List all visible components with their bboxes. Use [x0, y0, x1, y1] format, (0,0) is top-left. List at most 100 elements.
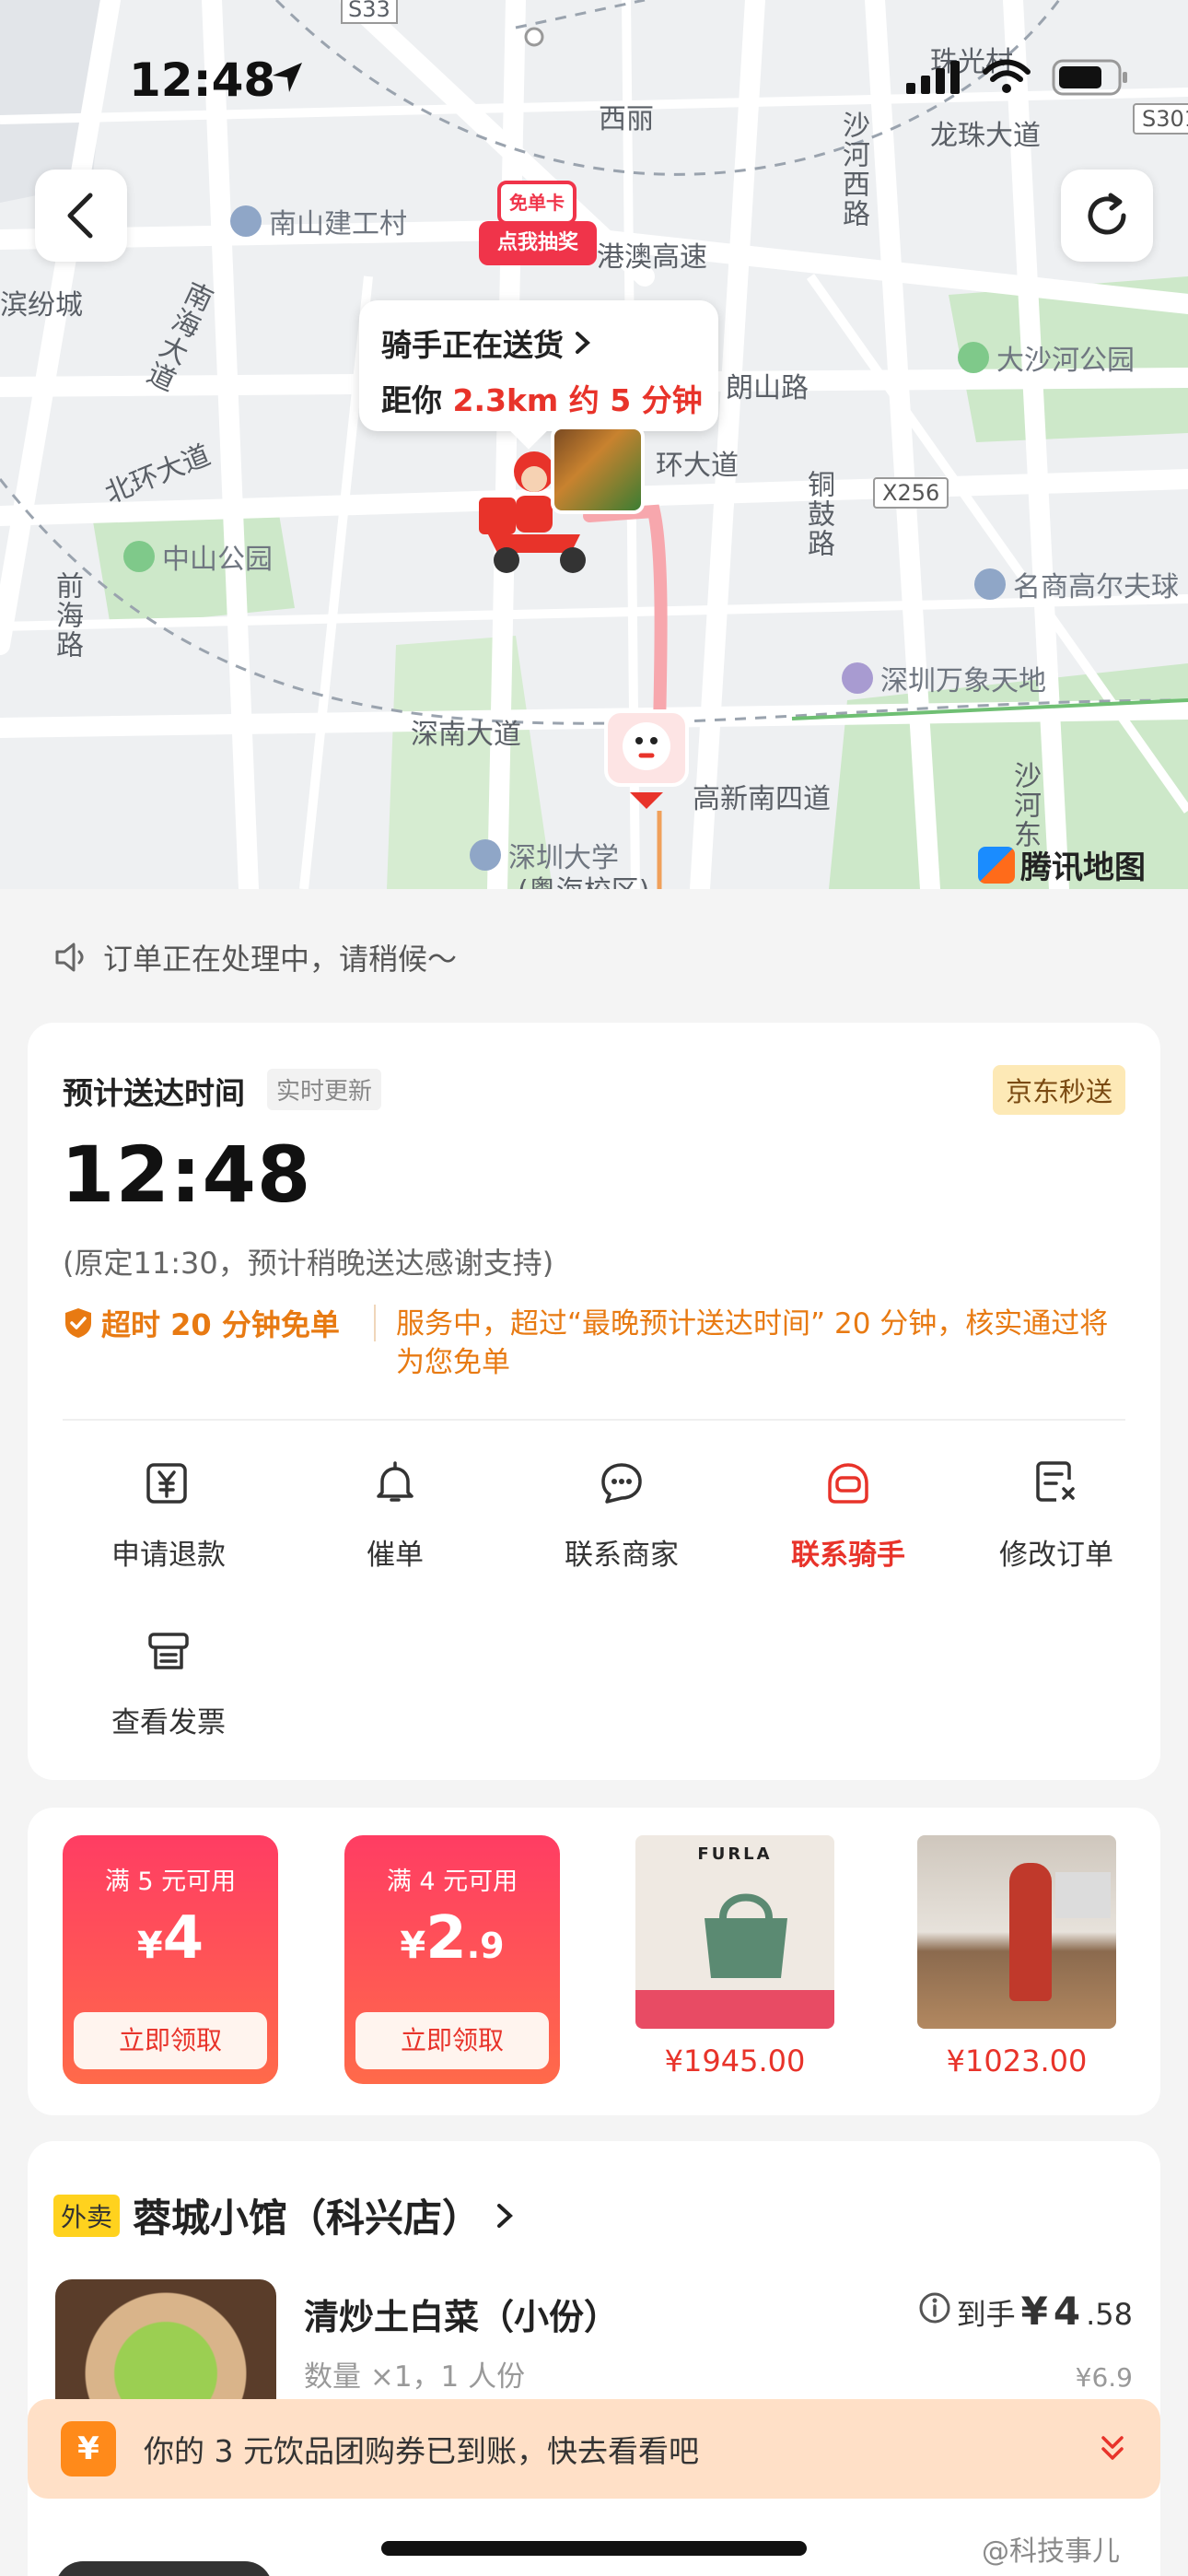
map-label-shennan: 深南大道 [411, 719, 521, 751]
status-time: 12:48 [129, 53, 276, 107]
coupon-condition: 满 4 元可用 [386, 1868, 518, 1896]
map-label-binfen: 滨纷城 [0, 289, 83, 322]
map-label-x256: X256 [873, 477, 949, 509]
edit-order-icon [1036, 1461, 1075, 1502]
dish-name: 清炒土白菜（小份） [304, 2297, 620, 2337]
refresh-icon [1088, 193, 1126, 235]
coupon-amount: ¥4 [136, 1904, 204, 1973]
rider-status: 骑手正在送货 [381, 327, 564, 363]
rider-status-bubble[interactable]: 骑手正在送货 距你 2.3km 约 5 分钟 [359, 300, 718, 431]
map-label-langshan: 朗山路 [726, 372, 809, 404]
building-icon [230, 205, 262, 237]
shield-check-icon [65, 1308, 91, 1338]
refund-button[interactable]: 申请退款 [55, 1446, 282, 1573]
product-price: ¥1023.00 [946, 2043, 1088, 2078]
map-view[interactable]: S33 西丽 珠光村 龙珠大道 S301 沙河西路 南山建工村 港澳高速 滨纷城… [0, 0, 1188, 889]
eta-time: 12:48 [61, 1130, 312, 1220]
invoice-icon [148, 1633, 189, 1669]
poi-dashahe: 大沙河公园 [958, 337, 1135, 378]
urge-order-label: 催单 [367, 1539, 424, 1572]
chevron-right-icon [576, 332, 590, 354]
coupon-card[interactable]: 满 5 元可用 ¥4 立即领取 [63, 1835, 278, 2084]
back-button[interactable] [35, 170, 127, 262]
school-icon [470, 839, 501, 871]
coupon-icon: ¥ [61, 2421, 116, 2476]
map-label-qianhai: 前海路 [51, 571, 83, 660]
guarantee-desc: 服务中，超过“最晚预计送达时间” 20 分钟，核实通过将为您免单 [396, 1307, 1109, 1379]
contact-rider-label: 联系骑手 [791, 1539, 905, 1572]
next-dish-thumbnail [55, 2561, 273, 2576]
tencent-map-icon [978, 846, 1015, 884]
free-card-bottom: 点我抽奖 [479, 221, 597, 265]
takeout-tag: 外卖 [53, 2194, 121, 2237]
map-label-gaoxin: 高新南四道 [693, 783, 831, 815]
product-furla-bag[interactable]: FURLA ¥1945.00 [635, 1835, 834, 2078]
map-label-shahe-east: 沙河东 [1008, 761, 1041, 849]
mall-icon [842, 662, 873, 694]
guarantee-title: 超时 20 分钟免单 [101, 1307, 340, 1342]
coupon-card[interactable]: 满 4 元可用 ¥2.9 立即领取 [344, 1835, 560, 2084]
map-label-szu-campus: (粤海校区) [518, 868, 649, 889]
home-indicator[interactable] [381, 2541, 807, 2556]
claim-coupon-button[interactable]: 立即领取 [74, 2012, 267, 2069]
map-label-s33: S33 [341, 0, 398, 24]
contact-merchant-button[interactable]: 联系商家 [508, 1446, 735, 1573]
store-location-pin-icon [604, 709, 689, 809]
overtime-guarantee[interactable]: 超时 20 分钟免单 服务中，超过“最晚预计送达时间” 20 分钟，核实通过将为… [63, 1305, 1133, 1382]
distance-prefix: 距你 [381, 382, 442, 418]
contact-merchant-label: 联系商家 [565, 1539, 679, 1572]
divider [63, 1419, 1125, 1421]
chat-icon [601, 1463, 642, 1504]
map-label-s301: S301 [1133, 103, 1188, 135]
dish-original-price: ¥6.9 [1075, 2362, 1133, 2393]
product-image: FURLA [635, 1835, 834, 2029]
store-card: 外卖 蓉城小馆（科兴店） 清炒土白菜（小份） 数量 ×1，1 人份 到手 ¥4.5… [28, 2141, 1160, 2576]
free-order-lottery-card[interactable]: 免单卡 点我抽奖 [479, 181, 597, 273]
chevron-right-icon [497, 2203, 513, 2228]
refund-icon [146, 1463, 187, 1504]
dish-price: 到手 ¥4.58 [918, 2289, 1133, 2334]
realtime-tag: 实时更新 [267, 1069, 382, 1110]
poi-wanxiang: 深圳万象天地 [842, 658, 1046, 698]
map-label-beihuan-right: 环大道 [656, 450, 739, 482]
store-header[interactable]: 外卖 蓉城小馆（科兴店） [53, 2187, 516, 2243]
park-icon [123, 541, 155, 572]
price-dec: .58 [1086, 2297, 1133, 2332]
location-arrow-icon [273, 63, 302, 92]
delivery-card: 预计送达时间 实时更新 京东秒送 12:48 (原定11:30，预计稍晚送达感谢… [28, 1023, 1160, 1780]
map-label-tonggu: 铜鼓路 [802, 470, 834, 558]
product-range-hood[interactable]: ¥1023.00 [917, 1835, 1116, 2078]
coupon-arrival-toast[interactable]: ¥ 你的 3 元饮品团购券已到账，快去看看吧 [28, 2399, 1160, 2499]
helmet-icon [828, 1463, 868, 1504]
building-icon [974, 568, 1006, 600]
refund-label: 申请退款 [111, 1539, 226, 1572]
bell-icon [377, 1461, 413, 1502]
view-invoice-button[interactable]: 查看发票 [55, 1614, 282, 1740]
watermark: @科技事儿 [982, 2535, 1120, 2568]
tencent-map-logo: 腾讯地图 [978, 842, 1146, 887]
store-name: 蓉城小馆（科兴店） [133, 2195, 482, 2241]
poi-zhongshan: 中山公园 [123, 536, 273, 577]
food-thumbnail [551, 426, 645, 514]
double-chevron-down-icon[interactable] [1096, 2430, 1129, 2467]
view-invoice-label: 查看发票 [111, 1706, 226, 1739]
processing-notice: 订单正在处理中，请稍候～ [53, 936, 457, 978]
poi-nanshan: 南山建工村 [230, 201, 407, 241]
urge-order-button[interactable]: 催单 [282, 1446, 508, 1573]
chevron-left-icon [67, 193, 93, 239]
info-icon[interactable] [918, 2291, 951, 2324]
notice-text: 订单正在处理中，请稍候～ [103, 942, 458, 977]
price-int: 4 [1053, 2289, 1081, 2334]
handbag-icon [705, 1893, 787, 1978]
claim-coupon-button[interactable]: 立即领取 [355, 2012, 549, 2069]
contact-rider-button[interactable]: 联系骑手 [735, 1446, 961, 1573]
refresh-button[interactable] [1061, 170, 1153, 262]
modify-order-button[interactable]: 修改订单 [961, 1446, 1151, 1573]
map-label-gangao: 港澳高速 [597, 241, 707, 274]
speaker-icon [55, 943, 84, 972]
wifi-icon [983, 59, 1031, 93]
modify-order-label: 修改订单 [999, 1539, 1113, 1572]
coupon-condition: 满 5 元可用 [104, 1868, 237, 1896]
cellular-signal-icon [906, 61, 960, 94]
status-icons [906, 59, 1129, 96]
